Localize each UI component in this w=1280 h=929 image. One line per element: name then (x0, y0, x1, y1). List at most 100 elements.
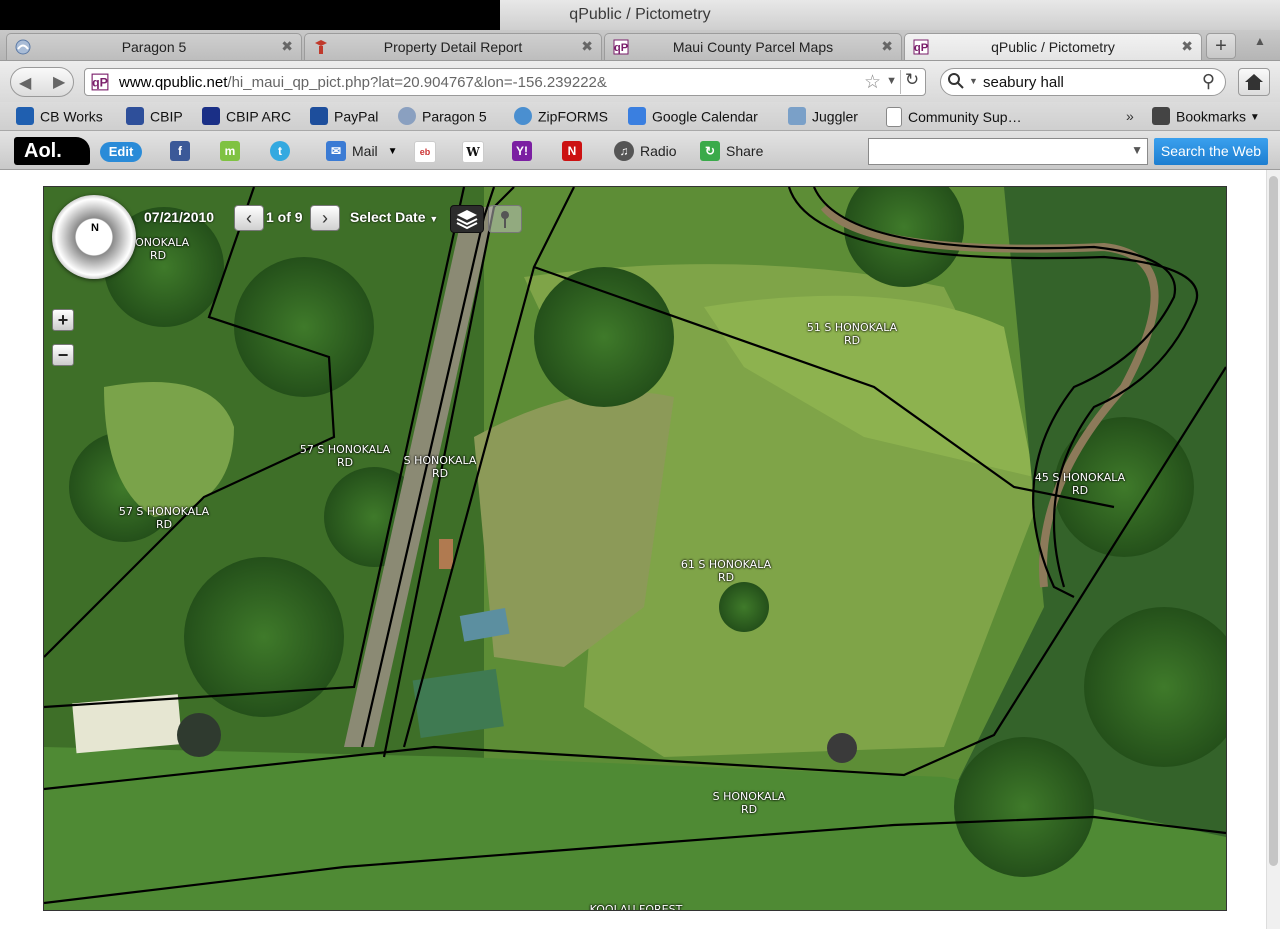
tab-maui-parcel[interactable]: qP Maui County Parcel Maps ✖ (604, 33, 902, 60)
facebook-button[interactable]: f (170, 141, 190, 161)
bookmarks-toolbar: CB Works CBIP CBIP ARC PayPal Paragon 5 … (0, 102, 1280, 131)
zoom-out-button[interactable]: − (52, 344, 74, 366)
wikipedia-icon: W (462, 141, 484, 163)
cbip-arc-icon (202, 107, 220, 126)
chevron-down-icon: ▼ (429, 214, 439, 224)
paragon-icon (15, 39, 31, 55)
tab-qpublic-pictometry[interactable]: qP qPublic / Pictometry ✖ (904, 33, 1202, 60)
svg-text:qP: qP (92, 76, 108, 90)
engine-dropdown-icon[interactable]: ▼ (969, 76, 978, 86)
search-input[interactable]: seabury hall (983, 74, 1064, 91)
address-bar[interactable]: qP www.qpublic.net/hi_maui_qp_pict.php?l… (84, 68, 926, 96)
tab-paragon[interactable]: Paragon 5 ✖ (6, 33, 302, 60)
search-engine-icon (948, 73, 964, 89)
home-button[interactable] (1238, 68, 1270, 96)
chevron-down-icon[interactable]: ▼ (388, 146, 398, 157)
cbip-icon (126, 107, 144, 126)
edit-button[interactable]: Edit (100, 142, 142, 162)
report-icon (315, 40, 327, 54)
yahoo-button[interactable]: Y! (512, 141, 532, 161)
parcel-label: 57 S HONOKALA RD (118, 505, 210, 531)
bookmarks-menu[interactable]: Bookmarks ▼ (1152, 107, 1260, 127)
parcel-label: HONOKALA RD (126, 236, 190, 262)
bookmark-juggler[interactable]: Juggler (788, 107, 858, 127)
myspace-button[interactable]: m (220, 141, 240, 161)
search-box[interactable]: ▼ seabury hall ⚲ (940, 68, 1226, 96)
search-the-web-button[interactable]: Search the Web (1154, 138, 1268, 165)
tab-list-icon[interactable]: ▲ (1254, 34, 1266, 48)
home-icon (1245, 74, 1263, 90)
bookmark-star-icon[interactable]: ☆ (864, 71, 881, 94)
next-image-button[interactable]: › (310, 205, 340, 231)
wikipedia-button[interactable]: W (462, 141, 484, 163)
tab-label: Maui County Parcel Maps (672, 39, 834, 55)
parcel-label: 51 S HONOKALA RD (806, 321, 898, 347)
scrollbar-thumb[interactable] (1269, 176, 1278, 866)
pin-button[interactable] (488, 205, 522, 233)
page-icon (886, 107, 902, 127)
select-date-dropdown[interactable]: Select Date ▼ (350, 209, 438, 225)
bookmark-google-calendar[interactable]: Google Calendar (628, 107, 758, 127)
bookmark-cbip-arc[interactable]: CBIP ARC (202, 107, 291, 127)
parcel-label: 45 S HONOKALA RD (1034, 471, 1126, 497)
tab-label: Property Detail Report (383, 39, 523, 55)
bookmark-cbip[interactable]: CBIP (126, 107, 183, 127)
pictometry-map[interactable]: HONOKALA RD 57 S HONOKALA RD S HONOKALA RD … (43, 186, 1227, 911)
parcel-label: S HONOKALA RD (712, 790, 786, 816)
paypal-icon (310, 107, 328, 126)
forward-button[interactable]: ▶ (53, 72, 65, 92)
ebay-button[interactable]: eb (414, 141, 436, 163)
bookmark-community[interactable]: Community Sup… (886, 107, 1022, 127)
share-button[interactable]: ↻ Share (700, 141, 763, 161)
previous-image-button[interactable]: ‹ (234, 205, 264, 231)
zoom-in-button[interactable]: + (52, 309, 74, 331)
new-tab-button[interactable]: + (1206, 33, 1236, 59)
close-icon[interactable]: ✖ (1181, 38, 1193, 55)
bookmark-zipforms[interactable]: ZipFORMS (514, 107, 608, 127)
close-icon[interactable]: ✖ (581, 38, 593, 55)
aol-logo[interactable]: Aol. (14, 137, 90, 165)
chevron-down-icon[interactable]: ▼ (1131, 143, 1143, 157)
qpublic-icon: qP (91, 73, 109, 91)
twitter-icon: t (270, 141, 290, 161)
bookmark-cb-works[interactable]: CB Works (16, 107, 103, 127)
compass-pan-control[interactable]: N (52, 195, 136, 279)
navigation-toolbar: ◀ ▶ qP www.qpublic.net/hi_maui_qp_pict.p… (0, 61, 1280, 102)
parcel-label: S HONOKALA RD (403, 454, 477, 480)
aol-search-input[interactable]: ▼ (868, 138, 1148, 165)
back-arrow-icon: ◀ (19, 75, 32, 92)
search-icon[interactable]: ⚲ (1202, 71, 1215, 92)
parcel-label: 61 S HONOKALA RD (680, 558, 772, 584)
juggler-icon (788, 107, 806, 126)
vertical-scrollbar[interactable] (1266, 170, 1280, 929)
netflix-button[interactable]: N (562, 141, 582, 161)
mail-button[interactable]: ✉ Mail ▼ (326, 141, 398, 161)
window-title-bar: qPublic / Pictometry (0, 0, 1280, 36)
back-forward-buttons: ◀ ▶ (10, 67, 74, 97)
chevron-right-icon: › (322, 208, 328, 228)
bookmark-paypal[interactable]: PayPal (310, 107, 378, 127)
back-button[interactable]: ◀ (12, 69, 42, 95)
pin-icon (501, 211, 509, 228)
radio-button[interactable]: ♫ Radio (614, 141, 677, 161)
calendar-icon (628, 107, 646, 126)
paragon-icon (398, 107, 416, 126)
myspace-icon: m (220, 141, 240, 161)
tab-property-detail[interactable]: Property Detail Report ✖ (304, 33, 602, 60)
twitter-button[interactable]: t (270, 141, 290, 161)
svg-text:qP: qP (614, 42, 628, 54)
more-bookmarks-chevron-icon[interactable]: » (1126, 108, 1134, 124)
qpublic-icon: qP (913, 39, 929, 55)
cb-works-icon (16, 107, 34, 126)
tab-label: qPublic / Pictometry (991, 39, 1115, 55)
close-icon[interactable]: ✖ (281, 38, 293, 55)
close-icon[interactable]: ✖ (881, 38, 893, 55)
image-page-count: 1 of 9 (266, 209, 303, 225)
reload-icon[interactable]: ↻ (900, 70, 923, 94)
layers-icon (456, 210, 478, 230)
layers-button[interactable] (450, 205, 484, 233)
history-dropdown-icon[interactable]: ▼ (886, 75, 897, 87)
bookmark-paragon[interactable]: Paragon 5 (398, 107, 487, 127)
aerial-imagery (44, 187, 1226, 910)
chevron-left-icon: ‹ (246, 208, 252, 228)
